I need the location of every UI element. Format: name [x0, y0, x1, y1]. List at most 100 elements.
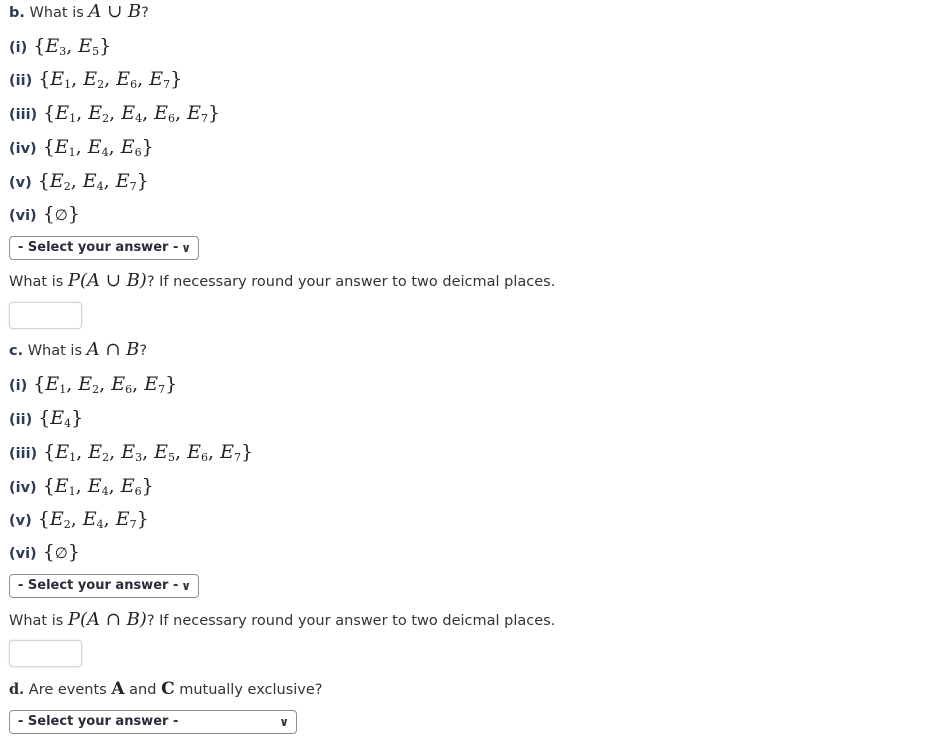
option-set: {E1, E2, E6, E7}: [38, 68, 183, 91]
set-element: E6: [120, 136, 142, 159]
set-element: E2: [78, 373, 100, 396]
part-c-prob-math: P(A ∩ B): [67, 609, 147, 630]
part-c-label: c.: [9, 343, 24, 359]
set-element: E7: [115, 508, 137, 531]
part-c-question-prefix: What is: [27, 343, 83, 359]
part-c-option-1: (i) {E1, E2, E6, E7}: [9, 373, 177, 401]
chevron-down-icon: ∨: [181, 579, 191, 593]
chevron-down-icon: ∨: [181, 241, 191, 255]
set-element: E5: [154, 441, 176, 464]
part-c-option-5: (v) {E2, E4, E7}: [9, 508, 149, 536]
set-element: E7: [144, 373, 166, 396]
option-label: (iv): [9, 480, 37, 496]
option-label: (i): [9, 378, 28, 394]
option-label: (i): [9, 40, 28, 56]
part-d-question-suffix: mutually exclusive?: [179, 682, 323, 698]
set-element: E3: [121, 441, 143, 464]
option-label: (iii): [9, 107, 38, 123]
set-element: E5: [78, 35, 100, 58]
part-b-select-value: - Select your answer -: [18, 240, 179, 255]
part-b-question-prefix: What is: [29, 5, 84, 21]
set-element: E1: [50, 68, 72, 91]
part-b-answer-select[interactable]: - Select your answer - ∨: [9, 236, 199, 260]
set-element: E4: [82, 508, 104, 531]
part-b-prob-question: What is P(A ∪ B)? If necessary round you…: [9, 270, 555, 293]
option-set: {E1, E2, E3, E5, E6, E7}: [43, 441, 254, 464]
set-element: E2: [49, 170, 71, 193]
set-element: E2: [88, 102, 110, 125]
part-c-prob-input[interactable]: [9, 640, 82, 667]
set-element: E1: [54, 475, 76, 498]
part-d-label: d.: [9, 681, 25, 698]
part-b-question-suffix: ?: [141, 5, 149, 21]
option-set: {E4}: [38, 407, 84, 430]
part-c-question: c. What is A ∩ B?: [9, 339, 147, 362]
part-c-answer-select[interactable]: - Select your answer - ∨: [9, 574, 199, 598]
part-c-option-6: (vi) {∅}: [9, 541, 80, 565]
option-set: {E3, E5}: [33, 35, 112, 58]
set-element: E7: [149, 68, 171, 91]
part-b-prob-prefix: What is: [9, 274, 64, 290]
part-c-option-4: (iv) {E1, E4, E6}: [9, 475, 154, 503]
part-c-prob-question: What is P(A ∩ B)? If necessary round you…: [9, 609, 555, 632]
part-c-question-math: A ∩ B: [86, 339, 140, 360]
set-element: E4: [87, 475, 109, 498]
option-label: (ii): [9, 412, 33, 428]
part-b-option-6: (vi) {∅}: [9, 203, 80, 227]
option-set: {E1, E4, E6}: [42, 136, 154, 159]
part-b-label: b.: [9, 5, 25, 21]
part-c-question-suffix: ?: [139, 343, 148, 359]
option-set: {E1, E4, E6}: [42, 475, 154, 498]
set-element: E4: [82, 170, 104, 193]
part-b-option-2: (ii) {E1, E2, E6, E7}: [9, 68, 182, 96]
option-label: (v): [9, 513, 32, 529]
part-d-event2: C: [161, 679, 175, 699]
option-label: (ii): [9, 73, 33, 89]
part-b-option-4: (iv) {E1, E4, E6}: [9, 136, 154, 164]
set-element: E1: [45, 373, 67, 396]
part-b-option-3: (iii) {E1, E2, E4, E6, E7}: [9, 102, 220, 130]
set-element: E6: [111, 373, 133, 396]
part-c-select-value: - Select your answer -: [18, 578, 179, 593]
set-element: E4: [50, 407, 72, 430]
set-element: E7: [187, 102, 209, 125]
option-label: (vi): [9, 546, 37, 562]
part-c-option-3: (iii) {E1, E2, E3, E5, E6, E7}: [9, 441, 253, 469]
part-d-event1: A: [111, 679, 125, 699]
part-c-option-2: (ii) {E4}: [9, 407, 83, 435]
option-set: {E2, E4, E7}: [37, 170, 149, 193]
option-label: (v): [9, 175, 32, 191]
part-b-prob-suffix: ? If necessary round your answer to two …: [146, 274, 556, 290]
part-d-joiner: and: [129, 682, 157, 698]
set-element: E2: [88, 441, 110, 464]
set-element: E1: [54, 136, 76, 159]
set-element: ∅: [54, 544, 68, 562]
option-set: {E2, E4, E7}: [37, 508, 149, 531]
part-d-select-value: - Select your answer -: [18, 714, 179, 729]
part-b-question-math: A ∪ B: [88, 1, 142, 22]
set-element: E6: [154, 102, 176, 125]
option-set: {∅}: [42, 541, 80, 563]
set-element: E4: [121, 102, 143, 125]
part-b-option-5: (v) {E2, E4, E7}: [9, 170, 149, 198]
set-element: E1: [55, 441, 77, 464]
part-b-option-1: (i) {E3, E5}: [9, 35, 111, 63]
set-element: E4: [87, 136, 109, 159]
part-d-answer-select[interactable]: - Select your answer - ∨: [9, 710, 297, 734]
set-element: E2: [83, 68, 105, 91]
option-label: (vi): [9, 208, 37, 224]
set-element: E6: [120, 475, 142, 498]
set-element: E7: [220, 441, 241, 464]
set-element: E2: [49, 508, 71, 531]
set-element: E3: [45, 35, 67, 58]
part-b-prob-input[interactable]: [9, 302, 82, 329]
set-element: E7: [115, 170, 137, 193]
option-set: {∅}: [42, 203, 80, 225]
option-set: {E1, E2, E6, E7}: [33, 373, 178, 396]
part-c-prob-prefix: What is: [9, 613, 64, 629]
part-b-question: b. What is A ∪ B?: [9, 1, 149, 24]
set-element: ∅: [54, 206, 68, 224]
part-d-question: d. Are events A and C mutually exclusive…: [9, 678, 323, 701]
option-set: {E1, E2, E4, E6, E7}: [43, 102, 221, 125]
set-element: E6: [116, 68, 138, 91]
